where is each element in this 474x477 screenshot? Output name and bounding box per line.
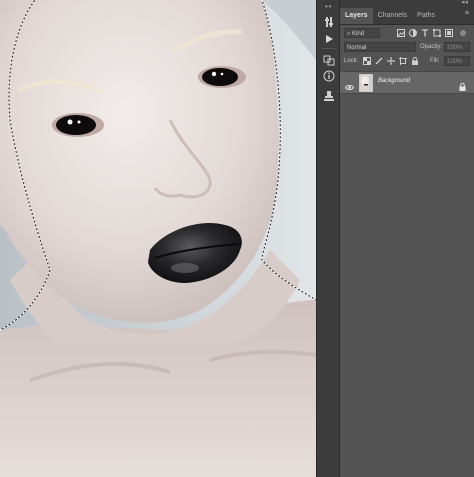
pixel-filter-icon[interactable] [396,28,405,37]
toolstrip-divider [321,48,337,49]
layer-name[interactable]: Background [378,78,410,84]
smart-object-filter-icon[interactable] [444,28,453,37]
panel-grip[interactable]: •• [325,2,333,11]
opacity-field[interactable]: 100% [444,42,470,52]
blend-mode-select[interactable]: Normal [344,42,416,52]
layer-lock-icon[interactable] [459,78,466,96]
fill-field[interactable]: 100% [444,56,470,66]
play-icon[interactable] [320,30,338,48]
portrait-photo [0,0,316,477]
filter-toggle-icon[interactable] [458,28,467,37]
lock-all-icon[interactable] [411,57,419,65]
lock-artboard-icon[interactable] [399,57,407,65]
info-icon[interactable] [320,67,338,85]
eye-icon[interactable] [344,78,355,96]
adjustment-filter-icon[interactable] [408,28,417,37]
layer-row-background[interactable]: Background [340,71,474,94]
layer-filter-row: ⌕ Kind [340,27,474,39]
panel-icon-strip: •• [316,0,340,477]
adjust-icon[interactable] [320,13,338,31]
tab-layers[interactable]: Layers [340,8,373,24]
lock-label: Lock: [344,58,359,64]
lock-fill-row: Lock: Fill: 100% [340,55,474,67]
opacity-label: Opacity: [420,44,443,50]
clone-source-icon[interactable] [320,87,338,105]
tab-paths[interactable]: Paths [412,8,440,24]
layer-thumbnail [359,74,373,92]
blend-opacity-row: Normal Opacity: 100% [340,41,474,53]
lock-position-move-icon[interactable] [387,57,395,65]
tab-channels[interactable]: Channels [373,8,413,24]
fill-label: Fill: [430,58,440,64]
layers-panel: ◂◂ Layers Channels Paths ≡ ⌕ Kind Normal… [340,0,474,477]
search-icon: ⌕ [347,31,351,37]
lock-image-brush-icon[interactable] [375,57,383,65]
type-filter-icon[interactable] [420,28,429,37]
document-canvas[interactable] [0,0,316,477]
panel-tabs: Layers Channels Paths ≡ [340,6,474,25]
panel-menu-icon[interactable]: ≡ [465,10,469,17]
filter-kind-label: Kind [352,31,365,37]
shape-filter-icon[interactable] [432,28,441,37]
lock-transparent-icon[interactable] [363,57,371,65]
filter-kind-select[interactable]: ⌕ Kind [344,28,380,38]
